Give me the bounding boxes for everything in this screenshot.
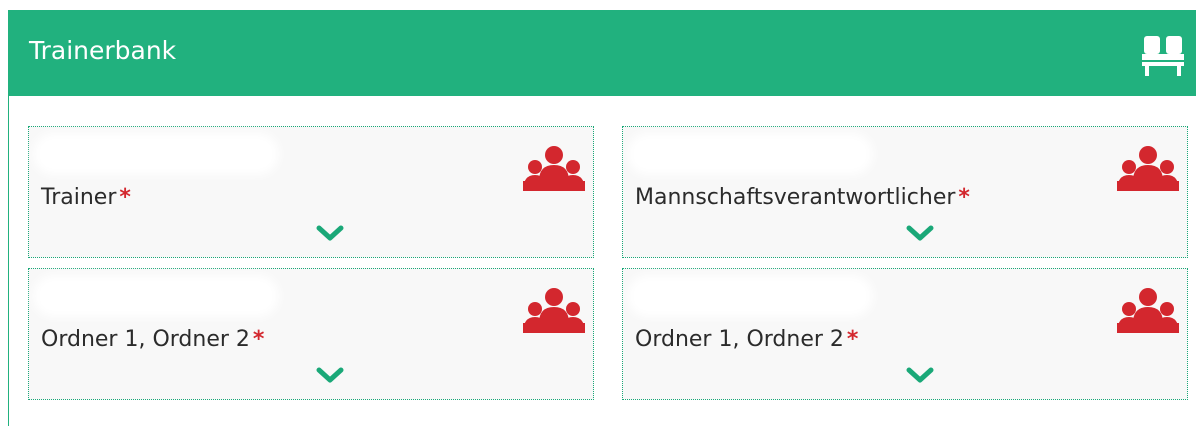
panel-header: Trainerbank	[9, 10, 1196, 96]
team-icon[interactable]	[521, 287, 587, 335]
bench-icon	[1142, 36, 1184, 76]
team-icon[interactable]	[1115, 287, 1181, 335]
panel-title: Trainerbank	[29, 36, 177, 65]
chevron-down-icon[interactable]	[315, 223, 345, 243]
chevron-down-icon[interactable]	[905, 223, 935, 243]
selected-value-redacted	[635, 283, 865, 309]
required-marker: *	[119, 185, 131, 210]
selected-value-redacted	[41, 283, 271, 309]
team-icon[interactable]	[1115, 145, 1181, 193]
selected-value-redacted	[635, 141, 865, 167]
team-icon[interactable]	[521, 145, 587, 193]
trainerbank-panel: Trainerbank Trainer * Mannschaftsverantw…	[8, 10, 1196, 426]
field-label: Ordner 1, Ordner 2 *	[635, 327, 859, 352]
required-marker: *	[958, 185, 970, 210]
ordner-select-1[interactable]: Ordner 1, Ordner 2 *	[28, 268, 594, 400]
chevron-down-icon[interactable]	[905, 365, 935, 385]
field-label: Trainer *	[41, 185, 131, 210]
required-marker: *	[846, 327, 859, 352]
mannschaftsverantwortlicher-select[interactable]: Mannschaftsverantwortlicher *	[622, 126, 1188, 258]
chevron-down-icon[interactable]	[315, 365, 345, 385]
selected-value-redacted	[41, 141, 271, 167]
required-marker: *	[252, 327, 265, 352]
trainer-select[interactable]: Trainer *	[28, 126, 594, 258]
field-label: Ordner 1, Ordner 2 *	[41, 327, 265, 352]
field-label: Mannschaftsverantwortlicher *	[635, 185, 970, 210]
ordner-select-2[interactable]: Ordner 1, Ordner 2 *	[622, 268, 1188, 400]
